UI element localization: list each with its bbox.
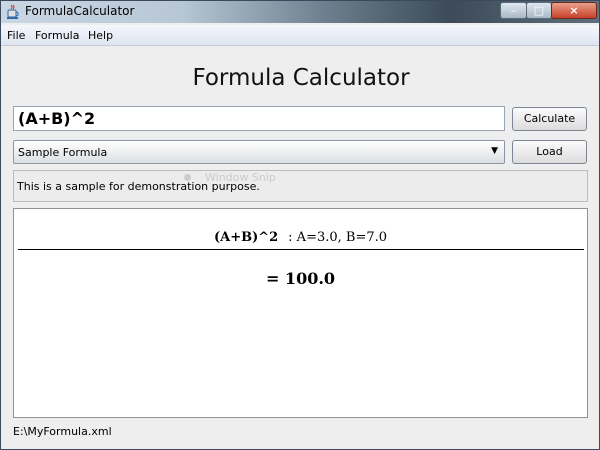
formula-input[interactable]: (A+B)^2 (13, 106, 505, 131)
expression-line: (A+B)^2 : A=3.0, B=7.0 (14, 230, 587, 245)
variables-text: : A=3.0, B=7.0 (288, 230, 388, 245)
expression-text: (A+B)^2 (213, 230, 279, 245)
menu-formula[interactable]: Formula (35, 29, 79, 42)
result-panel: (A+B)^2 : A=3.0, B=7.0 = 100.0 (13, 208, 588, 418)
select-value: Sample Formula (18, 146, 108, 159)
close-button[interactable]: × (551, 2, 597, 19)
minimize-button[interactable]: – (500, 2, 527, 19)
menu-bar: File Formula Help (1, 25, 599, 46)
load-button[interactable]: Load (512, 140, 587, 164)
menu-file[interactable]: File (7, 29, 25, 42)
app-window: FormulaCalculator – □ × File Formula Hel… (0, 0, 600, 450)
status-file-path: E:\MyFormula.xml (13, 425, 112, 438)
window-title: FormulaCalculator (25, 4, 135, 18)
chevron-down-icon[interactable]: ▼ (491, 146, 498, 156)
description-panel: Window Snip This is a sample for demonst… (13, 170, 588, 202)
title-bar[interactable]: FormulaCalculator – □ × (1, 1, 599, 23)
sample-formula-select[interactable]: Sample Formula ▼ (13, 140, 505, 164)
fraction-divider (18, 249, 584, 250)
description-text: This is a sample for demonstration purpo… (17, 180, 260, 193)
result-value: = 100.0 (265, 269, 336, 288)
maximize-button[interactable]: □ (526, 2, 552, 19)
menu-help[interactable]: Help (88, 29, 113, 42)
java-cup-icon (7, 4, 19, 19)
calculate-button[interactable]: Calculate (512, 107, 587, 131)
page-title: Formula Calculator (192, 65, 410, 91)
